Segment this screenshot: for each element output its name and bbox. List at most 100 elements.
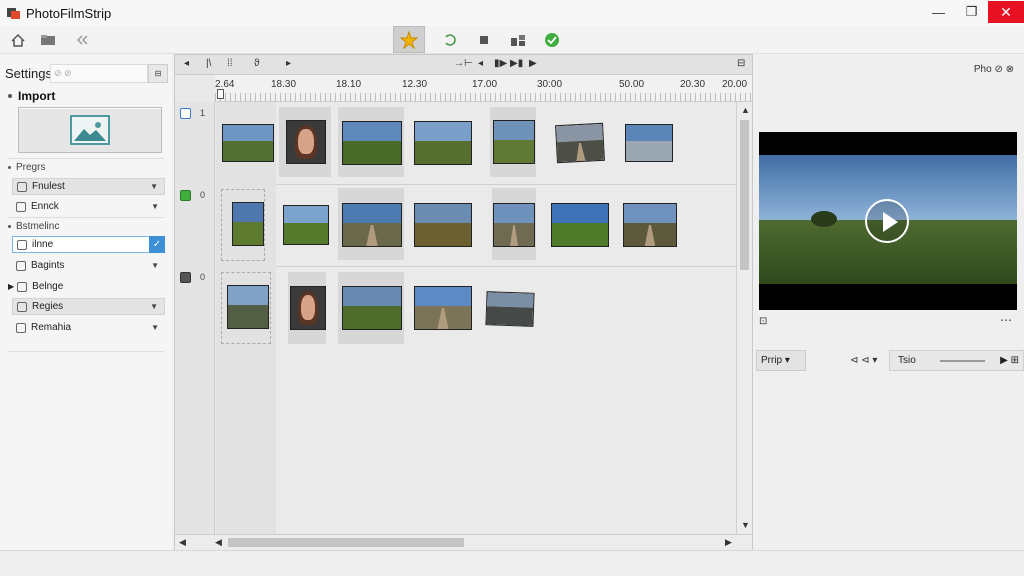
scrollbar-thumb[interactable] [740, 120, 749, 270]
volume-slider[interactable] [940, 360, 985, 362]
group-label-pregrs: Pregrs [8, 162, 45, 173]
clip-thumbnail[interactable] [342, 286, 402, 330]
audio-track-icon [180, 272, 191, 283]
prev-icon[interactable]: ◂ [184, 58, 189, 69]
clip-thumbnail[interactable] [227, 285, 269, 329]
preview-panel: Pho ⊘ ⊗ ⊡ ⋯ Prrip ▾ ⊲ ⊲ ▾ Tsio ▶ ⊞ [754, 55, 1024, 550]
chevron-down-icon[interactable]: ▼ [151, 202, 159, 211]
clip-thumbnail[interactable] [414, 286, 472, 330]
scroll-right-icon[interactable]: ▶ [725, 537, 732, 548]
scrollbar-thumb[interactable] [228, 538, 464, 547]
image-icon [70, 115, 110, 145]
maximize-button[interactable]: ❐ [955, 0, 988, 24]
bullet-icon [8, 94, 12, 98]
main-toolbar [0, 26, 1024, 54]
track-header-3[interactable]: 0 [175, 266, 215, 348]
image-track-icon [180, 190, 191, 201]
chevron-down-icon[interactable]: ▼ [150, 182, 158, 191]
clip-thumbnail[interactable] [493, 120, 535, 164]
timeline-tracks[interactable] [216, 102, 736, 534]
settings-dropdown-button[interactable]: ⊟ [148, 64, 168, 83]
track-header-2[interactable]: 0 [175, 184, 215, 266]
next-icon[interactable]: ▸ [286, 58, 291, 69]
tree-item-regies[interactable]: Regies ▼ [12, 298, 165, 315]
clip-thumbnail[interactable] [485, 291, 535, 327]
clip-thumbnail[interactable] [342, 203, 402, 247]
playhead-handle[interactable] [217, 89, 224, 99]
bullet-icon [8, 225, 11, 228]
settings-row: Settings ⊘ ⊘ ⊟ [5, 64, 168, 83]
play-button[interactable] [865, 199, 909, 243]
portrait-thumbnail[interactable] [286, 120, 326, 164]
fit-icon[interactable]: →⊢ [454, 58, 473, 69]
tree-item-ilnne[interactable]: ilnne ✓ [12, 236, 165, 253]
volume-label: Tsio [898, 355, 916, 366]
tree-item-belnge[interactable]: ▶ Belnge [8, 278, 165, 295]
render-icon[interactable] [542, 30, 562, 50]
refresh-icon[interactable] [440, 30, 460, 50]
volume-control[interactable]: Tsio ▶ ⊞ [889, 350, 1024, 371]
ruler-ticks [215, 93, 752, 101]
marker-icon[interactable]: ϑ [254, 58, 259, 69]
divider [8, 158, 164, 159]
timeline-horizontal-scrollbar[interactable]: ◀ ◀ ▶ [175, 534, 752, 550]
clip-thumbnail[interactable] [493, 203, 535, 247]
settings-field[interactable]: ⊘ ⊘ [50, 64, 148, 83]
preview-header[interactable]: Pho ⊘ ⊗ [974, 64, 1014, 75]
back-icon[interactable] [72, 30, 92, 50]
clip-thumbnail[interactable] [623, 203, 677, 247]
lane-divider [216, 184, 736, 185]
preview-dropdown[interactable]: Prrip ▾ [756, 350, 806, 371]
film-icon[interactable] [508, 30, 528, 50]
tree-item-fnulest[interactable]: Fnulest ▼ [12, 178, 165, 195]
play-forward-icon[interactable]: ▶▮ [510, 58, 523, 69]
expand-arrow-icon[interactable]: ▶ [8, 282, 14, 291]
clip-thumbnail[interactable] [555, 122, 605, 164]
scroll-down-icon[interactable]: ▼ [741, 520, 750, 530]
close-button[interactable]: ✕ [988, 1, 1024, 23]
clip-thumbnail[interactable] [283, 205, 329, 245]
time-ruler[interactable]: 2.64 18.30 18.10 12.30 17.00 30:00 50.00… [215, 75, 752, 102]
folder-icon[interactable] [38, 30, 58, 50]
scroll-left-icon[interactable]: ◀ [215, 537, 222, 548]
video-preview[interactable] [759, 132, 1017, 310]
status-bar [0, 550, 1024, 576]
tree-item-bagints[interactable]: Bagints ▼ [12, 257, 165, 274]
check-icon[interactable]: ✓ [149, 236, 165, 253]
track-header-1[interactable]: 1 [175, 102, 215, 184]
timeline-menu-button[interactable]: ⊟ [737, 58, 745, 69]
grid-icon[interactable]: ⁞⁞ [227, 58, 233, 69]
scroll-up-icon[interactable]: ▲ [741, 105, 750, 115]
clip-thumbnail[interactable] [414, 121, 472, 165]
minimize-button[interactable]: — [922, 0, 955, 24]
import-button[interactable] [18, 107, 162, 153]
portrait-thumbnail[interactable] [290, 286, 326, 330]
clip-thumbnail[interactable] [414, 203, 472, 247]
chevron-down-icon[interactable]: ▼ [150, 302, 158, 311]
volume-buttons[interactable]: ▶ ⊞ [1000, 351, 1019, 370]
stop-icon[interactable] [474, 30, 494, 50]
tree-item-ennck[interactable]: Ennck ▼ [12, 198, 165, 215]
trim-icon[interactable]: |\ [206, 58, 211, 69]
play-back-icon[interactable]: ▮▶ [494, 58, 507, 69]
timeline-panel: ◂ |\ ⁞⁞ ϑ ▸ →⊢ ◂ ▮▶ ▶▮ ▶ ⊟ 2.64 18.30 18… [174, 54, 753, 550]
star-icon[interactable] [393, 26, 425, 53]
timeline-vertical-scrollbar[interactable]: ▲ ▼ [736, 102, 752, 534]
clip-thumbnail[interactable] [232, 202, 264, 246]
clip-thumbnail[interactable] [222, 124, 274, 162]
step-back-icon[interactable]: ◂ [478, 58, 483, 69]
tree-item-remahia[interactable]: Remahia ▼ [12, 319, 165, 336]
fullscreen-icon[interactable]: ⊡ [759, 316, 767, 327]
ruler-label: 20.30 [680, 79, 706, 90]
home-up-icon[interactable] [8, 30, 28, 50]
scroll-left-icon[interactable]: ◀ [179, 537, 186, 548]
chevron-down-icon[interactable]: ▼ [151, 323, 159, 332]
clip-thumbnail[interactable] [551, 203, 609, 247]
chevron-down-icon[interactable]: ▼ [151, 261, 159, 270]
clip-thumbnail[interactable] [625, 124, 673, 162]
play-icon[interactable]: ▶ [529, 58, 537, 69]
more-options-icon[interactable]: ⋯ [1000, 313, 1012, 327]
volume-icon[interactable]: ⊲ ⊲ ▾ [850, 355, 877, 366]
clip-thumbnail[interactable] [342, 121, 402, 165]
import-label: Import [18, 89, 56, 103]
